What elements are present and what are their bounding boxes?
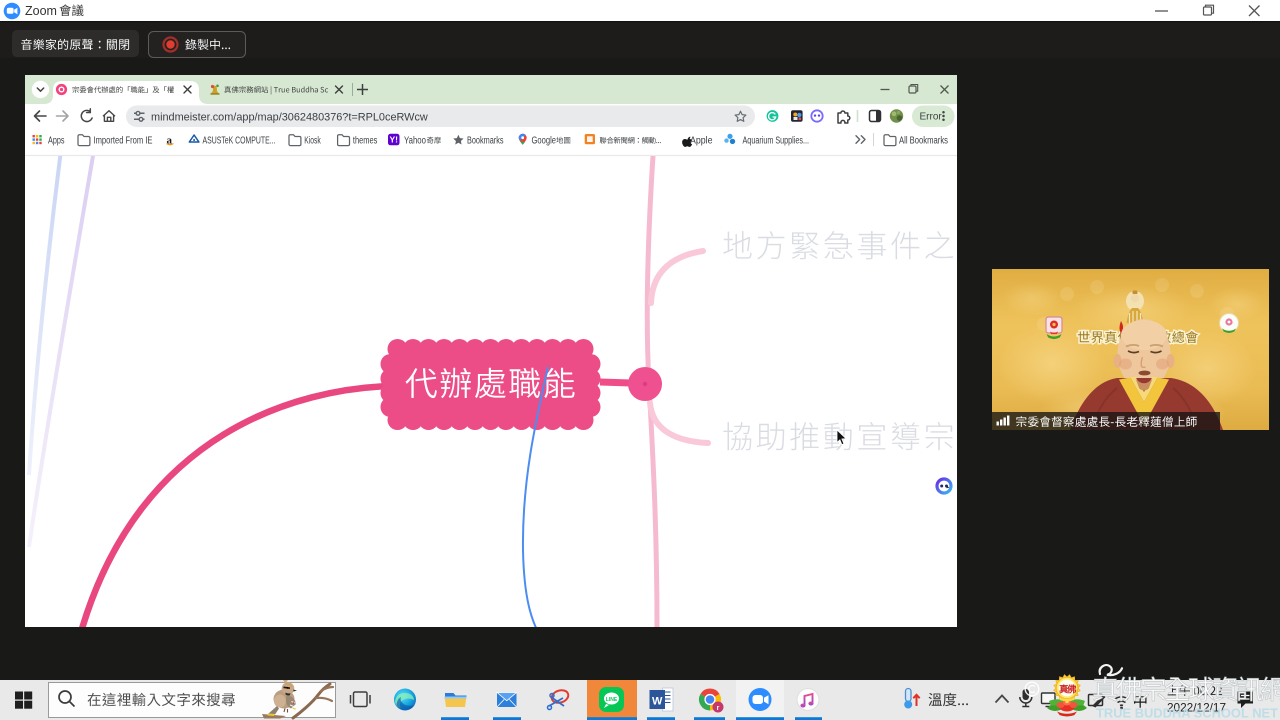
svg-text:Google: Google (532, 135, 557, 146)
svg-text:themes: themes (353, 135, 378, 146)
svg-text:Y!: Y! (389, 135, 398, 145)
svg-text:Error: Error (920, 112, 943, 123)
svg-text:ASUSTeK COMPUTE...: ASUSTeK COMPUTE... (203, 135, 276, 146)
svg-text:Zoom: Zoom (25, 4, 57, 18)
svg-text:Apps: Apps (48, 135, 65, 146)
svg-text:2022/12/17: 2022/12/17 (1167, 701, 1226, 715)
svg-text:mindmeister.com/app/map/306248: mindmeister.com/app/map/3062480376?t=RPL… (151, 112, 428, 124)
svg-text:Aquarium Supplies...: Aquarium Supplies... (743, 135, 810, 146)
svg-text:All Bookmarks: All Bookmarks (899, 135, 948, 146)
svg-text:Yahoo: Yahoo (404, 135, 426, 146)
svg-text:W: W (652, 695, 663, 707)
svg-text:Apple: Apple (690, 135, 713, 146)
svg-text:r: r (717, 705, 720, 712)
svg-text:Kiosk: Kiosk (304, 135, 321, 146)
svg-text:Bookmarks: Bookmarks (467, 135, 504, 146)
svg-text:Imported From IE: Imported From IE (94, 135, 153, 146)
svg-text:LINE: LINE (606, 697, 618, 703)
